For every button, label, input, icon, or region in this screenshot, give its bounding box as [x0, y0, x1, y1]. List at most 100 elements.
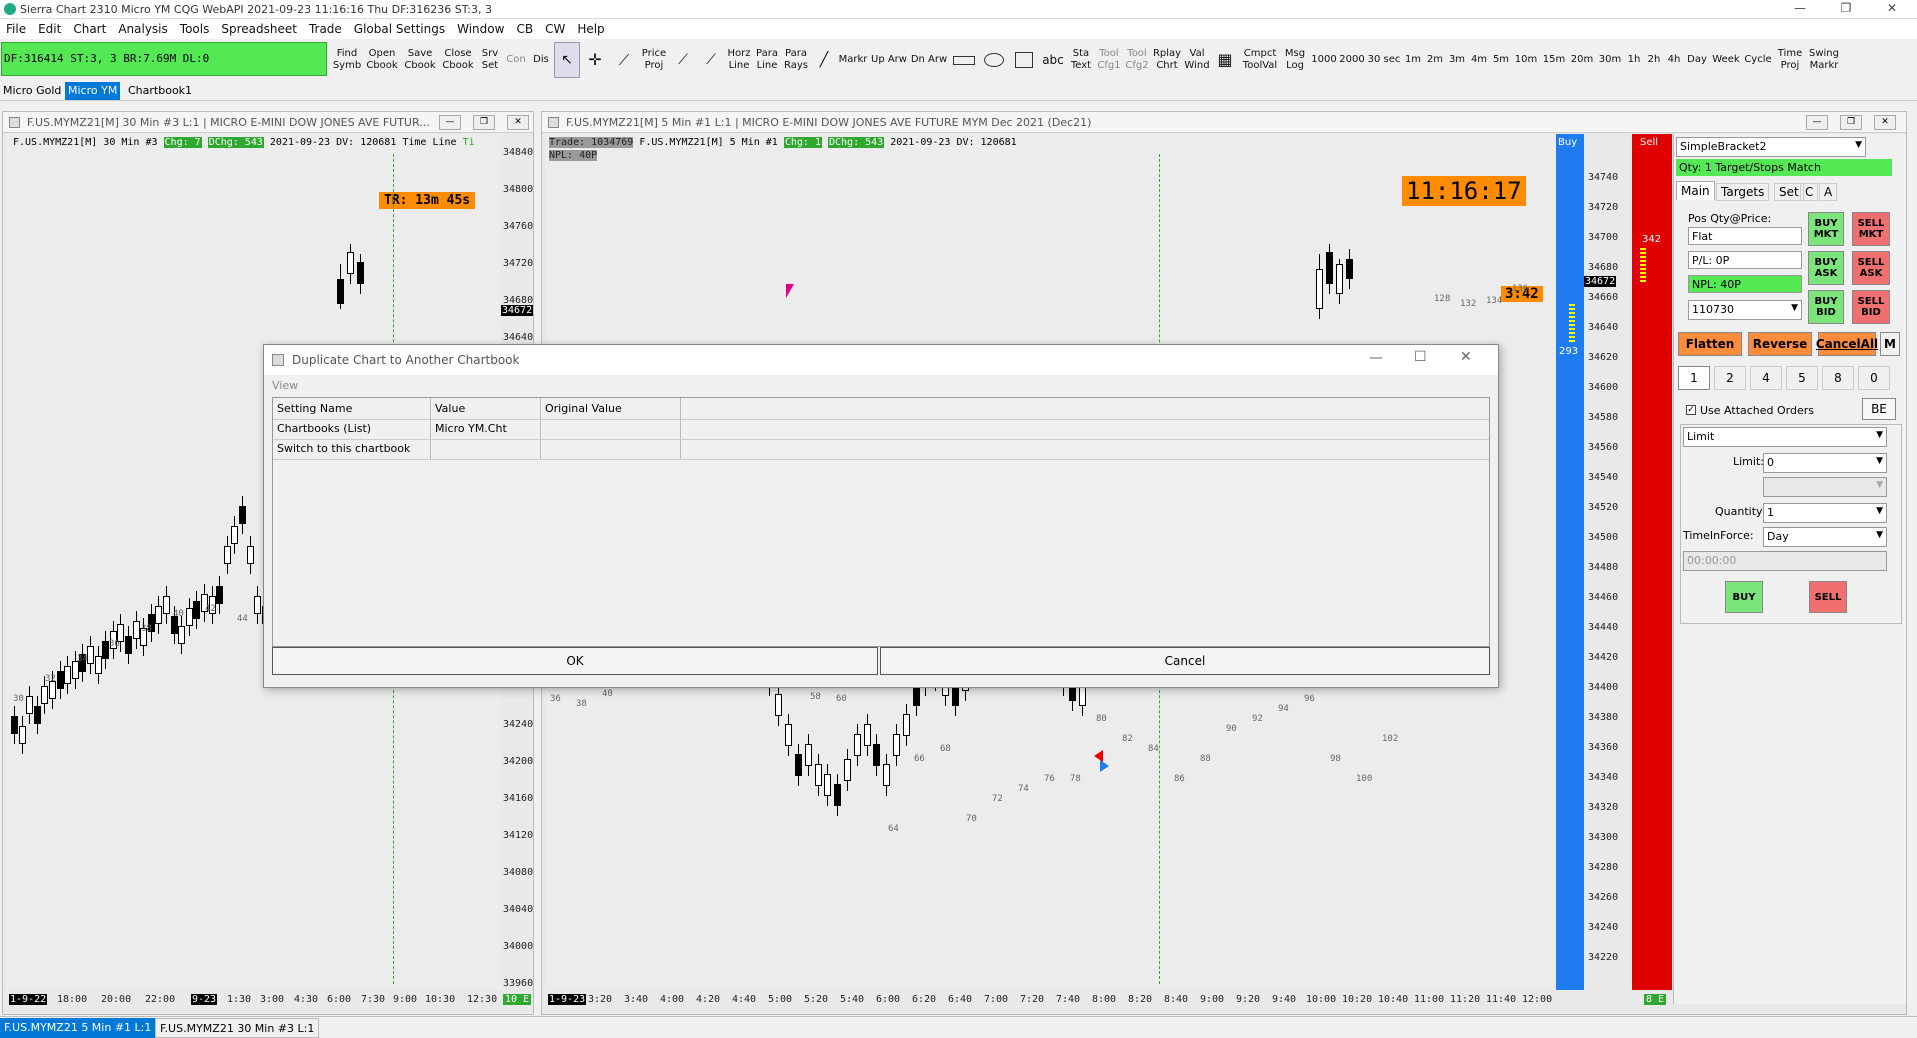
timeframe-15m[interactable]: 15m [1541, 42, 1567, 78]
timeframe-1m[interactable]: 1m [1403, 42, 1423, 78]
timeframe-1000[interactable]: 1000 [1311, 42, 1337, 78]
chartbook-tab-chartbook1[interactable]: Chartbook1 [125, 82, 195, 100]
timeframe-1h[interactable]: 1h [1625, 42, 1643, 78]
rectangle-outline-icon[interactable] [950, 42, 978, 78]
setting-value-cell[interactable] [431, 440, 541, 460]
find-symbol-button[interactable]: Find Symb [332, 42, 362, 78]
open-chartbook-button[interactable]: Open Cbook [364, 42, 400, 78]
disconnect-button[interactable]: Dis [530, 42, 552, 78]
timeframe-day[interactable]: Day [1685, 42, 1709, 78]
menu-file[interactable]: File [0, 19, 32, 36]
tool-config2-button[interactable]: Tool Cfg2 [1124, 42, 1150, 78]
parallel-rays-button[interactable]: Para Rays [782, 42, 810, 78]
tab-targets[interactable]: Targets [1716, 183, 1770, 201]
qty-button-4[interactable]: 4 [1750, 366, 1782, 390]
qty-button-2[interactable]: 2 [1714, 366, 1746, 390]
qty-button-1[interactable]: 1 [1678, 366, 1710, 390]
timeframe-10m[interactable]: 10m [1513, 42, 1539, 78]
ellipse-icon[interactable] [980, 42, 1008, 78]
replay-chart-button[interactable]: Rplay Chrt [1152, 42, 1182, 78]
pointer-icon[interactable]: ↖ [554, 42, 580, 78]
window-minimize-icon[interactable]: — [439, 115, 461, 130]
m-button[interactable]: M [1880, 332, 1900, 356]
horizontal-line-button[interactable]: Horz Line [726, 42, 752, 78]
limit-price-input[interactable]: 0 ▼ [1763, 453, 1887, 473]
text-tool-button[interactable]: abc [1040, 42, 1066, 78]
buy-bid-button[interactable]: BUY BID [1808, 290, 1844, 324]
sell-ask-button[interactable]: SELL ASK [1852, 251, 1890, 285]
diagonal-line-icon[interactable]: ╱ [812, 42, 836, 78]
up-arrow-button[interactable]: Up Arw [870, 42, 908, 78]
buy-market-button[interactable]: BUY MKT [1808, 212, 1844, 246]
buy-ask-button[interactable]: BUY ASK [1808, 251, 1844, 285]
window-close-icon[interactable]: ✕ [1874, 115, 1896, 130]
timeframe-30sec[interactable]: 30 sec [1367, 42, 1401, 78]
minimize-icon[interactable]: — [1780, 1, 1820, 18]
flatten-button[interactable]: Flatten [1678, 332, 1742, 356]
compact-toolvalue-button[interactable]: Cmpct ToolVal [1240, 42, 1280, 78]
rectangle-icon[interactable] [1010, 42, 1038, 78]
down-arrow-button[interactable]: Dn Arw [910, 42, 948, 78]
good-till-time-input[interactable]: 00:00:00 [1683, 551, 1887, 571]
buy-volume-column[interactable]: Buy 293 [1556, 134, 1584, 990]
timeframe-2h[interactable]: 2h [1645, 42, 1663, 78]
dialog-minimize-icon[interactable]: — [1369, 350, 1383, 366]
qty-button-0[interactable]: 0 [1858, 366, 1890, 390]
sell-bid-button[interactable]: SELL BID [1852, 290, 1890, 324]
ray-tool-icon[interactable]: ⟋ [670, 42, 696, 78]
menu-window[interactable]: Window [451, 19, 510, 36]
stop-price-input[interactable]: ▼ [1763, 477, 1887, 497]
timeframe-20m[interactable]: 20m [1569, 42, 1595, 78]
marker-button[interactable]: Markr [838, 42, 868, 78]
tab-main[interactable]: Main [1676, 181, 1715, 200]
window-close-icon[interactable]: ✕ [507, 115, 529, 130]
chartbook-tab-micro-gold[interactable]: Micro Gold [0, 82, 64, 100]
menu-spreadsheet[interactable]: Spreadsheet [215, 19, 303, 36]
menu-help[interactable]: Help [571, 19, 610, 36]
buy-order-button[interactable]: BUY [1725, 581, 1763, 613]
swing-marker-button[interactable]: Swing Markr [1807, 42, 1841, 78]
menu-edit[interactable]: Edit [32, 19, 67, 36]
time-projection-button[interactable]: Time Proj [1775, 42, 1805, 78]
account-select[interactable]: 110730 ▼ [1688, 300, 1802, 320]
qty-button-8[interactable]: 8 [1822, 366, 1854, 390]
breakeven-button[interactable]: BE [1862, 398, 1896, 420]
sell-volume-column[interactable]: Sell 342 [1632, 134, 1672, 990]
crosshair-icon[interactable]: ✛ [582, 42, 608, 78]
cancel-button[interactable]: Cancel [880, 647, 1490, 675]
tab-c[interactable]: C [1800, 183, 1819, 201]
sell-order-button[interactable]: SELL [1809, 581, 1847, 613]
reverse-button[interactable]: Reverse [1748, 332, 1812, 356]
menu-cw[interactable]: CW [539, 19, 571, 36]
menu-trade[interactable]: Trade [303, 19, 348, 36]
order-type-select[interactable]: Limit ▼ [1683, 427, 1887, 447]
extended-line-icon[interactable]: ⟋ [698, 42, 724, 78]
setting-value-cell[interactable]: Micro YM.Cht [431, 420, 541, 440]
chartbook-tab-micro-ym[interactable]: Micro YM [65, 82, 121, 100]
sell-market-button[interactable]: SELL MKT [1852, 212, 1890, 246]
menu-chart[interactable]: Chart [67, 19, 112, 36]
menu-cb[interactable]: CB [510, 19, 539, 36]
qty-button-5[interactable]: 5 [1786, 366, 1818, 390]
window-maximize-icon[interactable]: ❐ [1840, 115, 1862, 130]
stationary-text-button[interactable]: Sta Text [1068, 42, 1094, 78]
timeframe-3m[interactable]: 3m [1447, 42, 1467, 78]
server-settings-button[interactable]: Srv Set [478, 42, 502, 78]
bottom-tab-30min[interactable]: F.US.MYMZ21 30 Min #3 L:1 [155, 1018, 320, 1038]
grid-tool-icon[interactable]: ▦ [1212, 42, 1238, 78]
bottom-tab-5min[interactable]: F.US.MYMZ21 5 Min #1 L:1 [0, 1018, 156, 1038]
timeframe-30m[interactable]: 30m [1597, 42, 1623, 78]
dialog-maximize-icon[interactable]: ☐ [1414, 349, 1427, 365]
menu-analysis[interactable]: Analysis [112, 19, 173, 36]
price-projection-button[interactable]: Price Proj [640, 42, 668, 78]
tif-select[interactable]: Day ▼ [1763, 527, 1887, 547]
ok-button[interactable]: OK [272, 647, 878, 675]
timeframe-week[interactable]: Week [1711, 42, 1741, 78]
window-minimize-icon[interactable]: — [1806, 115, 1828, 130]
save-chartbook-button[interactable]: Save Cbook [402, 42, 438, 78]
line-tool-icon[interactable]: ⟋ [610, 42, 638, 78]
tool-config1-button[interactable]: Tool Cfg1 [1096, 42, 1122, 78]
menu-tools[interactable]: Tools [174, 19, 216, 36]
use-attached-checkbox[interactable]: ✓ [1686, 405, 1696, 415]
message-log-button[interactable]: Msg Log [1282, 42, 1308, 78]
